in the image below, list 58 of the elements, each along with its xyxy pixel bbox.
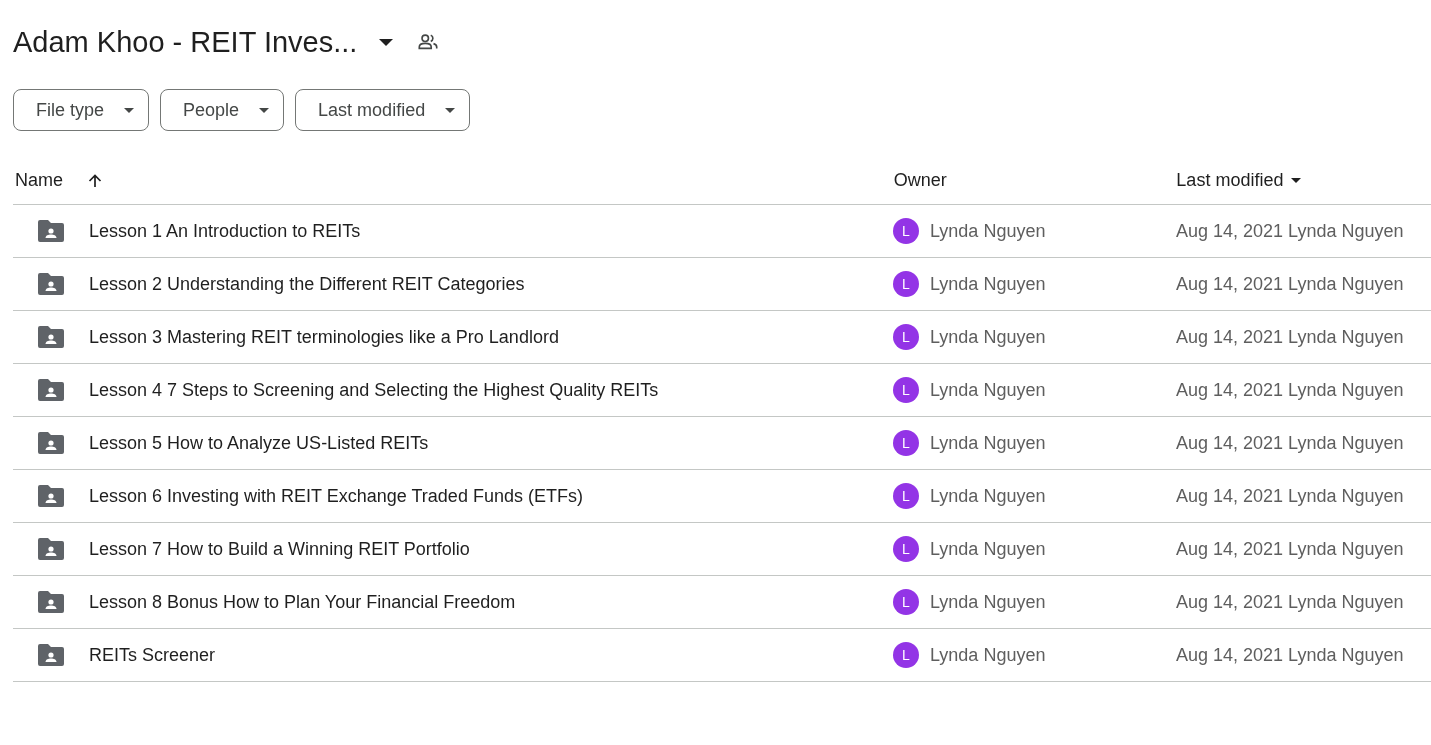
filter-dropdown[interactable]: People <box>160 89 285 131</box>
last-modified-text: Aug 14, 2021 Lynda Nguyen <box>1176 432 1404 454</box>
owner-name: Lynda Nguyen <box>930 644 1046 666</box>
shared-folder-icon <box>38 326 64 348</box>
last-modified-text: Aug 14, 2021 Lynda Nguyen <box>1176 538 1404 560</box>
folder-name[interactable]: Lesson 1 An Introduction to REITs <box>89 220 361 242</box>
owner-name: Lynda Nguyen <box>930 538 1046 560</box>
shared-folder-icon <box>38 485 64 507</box>
last-modified-text: Aug 14, 2021 Lynda Nguyen <box>1176 220 1404 242</box>
folder-name[interactable]: Lesson 3 Mastering REIT terminologies like a Pro Landlord <box>89 326 559 348</box>
sort-up-arrow-icon[interactable] <box>87 172 103 189</box>
owner-name: Lynda Nguyen <box>930 273 1046 295</box>
folder-name[interactable]: Lesson 4 7 Steps to Screening and Selecting the Highest Quality REITs <box>89 379 659 401</box>
shared-folder-icon <box>38 379 64 401</box>
folder-name[interactable]: Lesson 6 Investing with REIT Exchange Traded Funds (ETFs) <box>89 485 583 507</box>
last-modified-text: Aug 14, 2021 Lynda Nguyen <box>1176 273 1404 295</box>
owner-avatar: L <box>893 536 919 562</box>
caret-icon <box>124 107 135 113</box>
column-header[interactable]: Name <box>15 170 63 191</box>
folder-name[interactable]: Lesson 5 How to Analyze US-Listed REITs <box>89 432 429 454</box>
owner-avatar: L <box>893 271 919 297</box>
caret-icon <box>259 107 270 113</box>
owner-avatar: L <box>893 589 919 615</box>
owner-avatar: L <box>893 430 919 456</box>
folder-name[interactable]: Lesson 7 How to Build a Winning REIT Portfolio <box>89 538 470 560</box>
owner-avatar: L <box>893 642 919 668</box>
owner-name: Lynda Nguyen <box>930 379 1046 401</box>
owner-name: Lynda Nguyen <box>930 591 1046 613</box>
last-modified-text: Aug 14, 2021 Lynda Nguyen <box>1176 379 1404 401</box>
caret-icon <box>445 107 456 113</box>
last-modified-text: Aug 14, 2021 Lynda Nguyen <box>1176 591 1404 613</box>
last-modified-text: Aug 14, 2021 Lynda Nguyen <box>1176 326 1404 348</box>
last-modified-text: Aug 14, 2021 Lynda Nguyen <box>1176 485 1404 507</box>
caret-icon[interactable] <box>379 38 394 46</box>
owner-avatar: L <box>893 324 919 350</box>
owner-name: Lynda Nguyen <box>930 432 1046 454</box>
last-modified-text: Aug 14, 2021 Lynda Nguyen <box>1176 644 1404 666</box>
shared-folder-icon <box>38 644 64 666</box>
filter-dropdown[interactable]: Last modified <box>295 89 471 131</box>
shared-folder-icon <box>38 220 64 242</box>
owner-avatar: L <box>893 377 919 403</box>
folder-name[interactable]: REITs Screener <box>89 644 216 666</box>
filter-dropdown[interactable]: File type <box>13 89 150 131</box>
owner-avatar: L <box>893 483 919 509</box>
caret-icon[interactable] <box>1291 178 1302 183</box>
shared-folder-icon <box>38 538 64 560</box>
column-header[interactable]: Last modified <box>1176 170 1284 191</box>
shared-folder-icon <box>38 591 64 613</box>
owner-name: Lynda Nguyen <box>930 220 1046 242</box>
folder-title: Adam Khoo - REIT Inves... <box>13 25 358 59</box>
folder-name[interactable]: Lesson 2 Understanding the Different REIT Categories <box>89 273 525 295</box>
owner-name: Lynda Nguyen <box>930 485 1046 507</box>
folder-name[interactable]: Lesson 8 Bonus How to Plan Your Financial Freedom <box>89 591 516 613</box>
owner-avatar: L <box>893 218 919 244</box>
shared-folder-icon <box>38 273 64 295</box>
column-header[interactable]: Owner <box>893 170 947 191</box>
owner-name: Lynda Nguyen <box>930 326 1046 348</box>
shared-folder-icon <box>38 432 64 454</box>
